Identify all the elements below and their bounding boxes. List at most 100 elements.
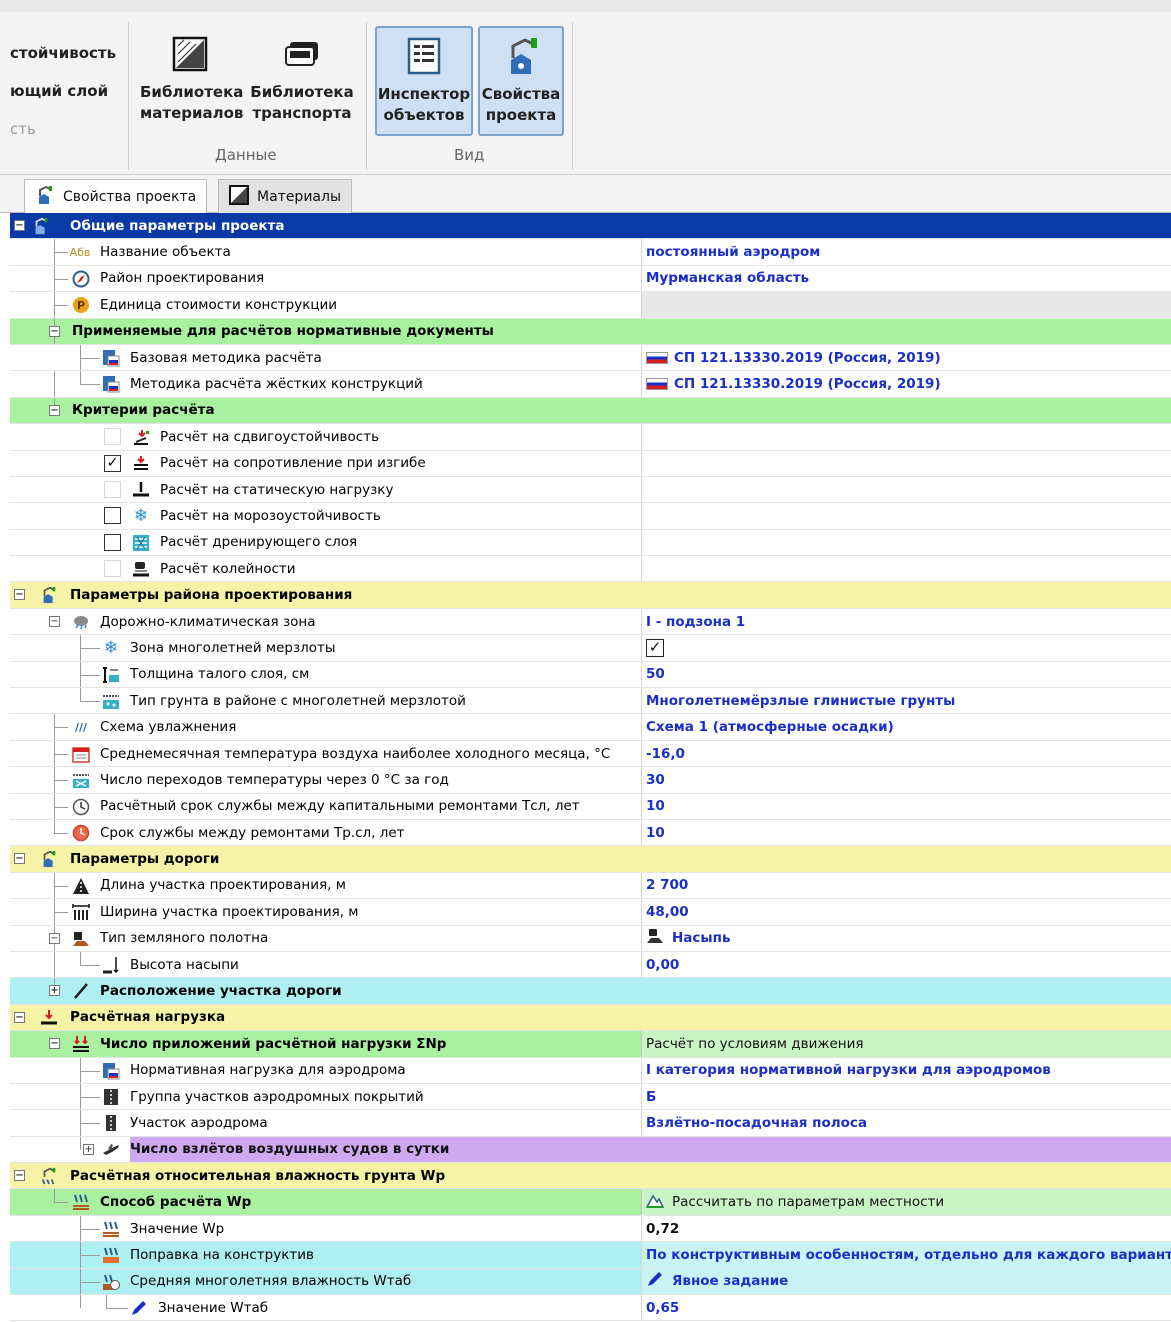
soil-icon [102, 692, 120, 710]
collapse-toggle[interactable]: − [14, 853, 25, 865]
shear-checkbox[interactable] [104, 428, 121, 446]
repair-life-value[interactable]: 10 [642, 820, 1171, 845]
width-value[interactable]: 48,00 [642, 899, 1171, 924]
collapse-toggle[interactable]: − [14, 589, 25, 601]
moist-scheme-value[interactable]: Схема 1 (атмосферные осадки) [642, 714, 1171, 739]
collapse-toggle[interactable]: − [49, 325, 60, 337]
collapse-toggle[interactable]: − [14, 1170, 25, 1182]
row-group[interactable]: Группа участков аэродромных покрытий Б [10, 1083, 1171, 1111]
row-width[interactable]: Ширина участка проектирования, м 48,00 [10, 899, 1171, 926]
takeoffs-cell[interactable]: Число взлётов воздушных судов в сутки [130, 1136, 1171, 1163]
row-crit-shear[interactable]: Расчёт на сдвигоустойчивость [10, 424, 1171, 451]
row-norm-load[interactable]: Нормативная нагрузка для аэродрома I кат… [10, 1057, 1171, 1084]
ribbon-item-stability[interactable]: стойчивость [10, 34, 116, 72]
embank-height-value[interactable]: 0,00 [642, 952, 1171, 977]
row-length[interactable]: Длина участка проектирования, м 2 700 [10, 872, 1171, 900]
permafrost-checkbox[interactable]: ✓ [646, 638, 664, 657]
collapse-toggle[interactable]: − [49, 615, 60, 627]
row-crit-drain[interactable]: Расчёт дренирующего слоя [10, 529, 1171, 557]
row-subgrade[interactable]: − Тип земляного полотна Насыпь [10, 925, 1171, 952]
row-correction[interactable]: Поправка на конструктив По конструктивны… [10, 1242, 1171, 1269]
frost-checkbox[interactable] [104, 507, 121, 525]
base-method-value[interactable]: СП 121.13330.2019 (Россия, 2019) [674, 350, 941, 366]
cost-unit-value[interactable] [642, 292, 1171, 318]
row-permafrost[interactable]: ❄ Зона многолетней мерзлоты ✓ [10, 635, 1171, 662]
drain-checkbox[interactable] [104, 533, 121, 551]
norm-load-value[interactable]: I категория нормативной нагрузки для аэр… [642, 1058, 1171, 1083]
row-crit-rut[interactable]: Расчёт колейности [10, 556, 1171, 583]
row-cost-unit[interactable]: P Единица стоимости конструкции [10, 292, 1171, 319]
row-region[interactable]: Район проектирования Мурманская область [10, 265, 1171, 293]
row-applications[interactable]: − Число приложений расчётной нагрузки ΣN… [10, 1031, 1171, 1058]
tab-project-properties[interactable]: Свойства проекта [24, 179, 208, 214]
moisture-method-icon [72, 1193, 90, 1211]
object-inspector-button[interactable]: Инспектор объектов [375, 26, 473, 136]
row-repair-life[interactable]: Срок службы между ремонтами Тр.сл, лет 1… [10, 819, 1171, 847]
collapse-toggle[interactable]: − [49, 932, 60, 944]
collapse-toggle[interactable]: − [49, 404, 60, 416]
avg-moist-value[interactable]: Явное задание [672, 1273, 788, 1289]
row-avg-moist[interactable]: Средняя многолетняя влажность Wтаб Явное… [10, 1268, 1171, 1296]
ribbon-item-drain-layer[interactable]: ющий слой [10, 72, 116, 110]
applications-value[interactable]: Расчёт по условиям движения [642, 1031, 1171, 1057]
row-section[interactable]: Участок аэродрома Взлётно-посадочная пол… [10, 1110, 1171, 1137]
group-value[interactable]: Б [642, 1084, 1171, 1109]
row-label: Длина участка проектирования, м [100, 877, 346, 894]
pencil-icon [646, 1270, 664, 1292]
row-wp-value[interactable]: Значение Wp 0,72 [10, 1215, 1171, 1243]
section-norm-docs[interactable]: − Применяемые для расчётов нормативные д… [10, 318, 1171, 345]
row-service-life[interactable]: Расчётный срок службы между капитальными… [10, 793, 1171, 820]
section-criteria[interactable]: − Критерии расчёта [10, 397, 1171, 425]
row-base-method[interactable]: Базовая методика расчёта СП 121.13330.20… [10, 344, 1171, 372]
section-humidity[interactable]: − Расчётная относительная влажность грун… [10, 1163, 1171, 1190]
collapse-toggle[interactable]: − [14, 1011, 25, 1023]
row-crit-frost[interactable]: ❄ Расчёт на морозоустойчивость [10, 503, 1171, 530]
section-general[interactable]: − Общие параметры проекта [10, 213, 1171, 240]
row-wtab[interactable]: Значение Wтаб 0,65 [10, 1295, 1171, 1322]
row-rigid-method[interactable]: Методика расчёта жёстких конструкций СП … [10, 371, 1171, 398]
row-soil-type[interactable]: Тип грунта в районе с многолетней мерзло… [10, 688, 1171, 715]
row-climate-zone[interactable]: − Дорожно-климатическая зона I - подзона… [10, 608, 1171, 636]
rut-checkbox[interactable] [104, 560, 121, 578]
wp-value[interactable]: 0,72 [642, 1216, 1171, 1241]
static-checkbox[interactable] [104, 480, 121, 498]
method-wp-value[interactable]: Рассчитать по параметрам местности [672, 1194, 944, 1210]
tab-materials[interactable]: Материалы [218, 179, 352, 213]
row-moist-scheme[interactable]: /// Схема увлажнения Схема 1 (атмосферны… [10, 714, 1171, 741]
row-crit-static[interactable]: Расчёт на статическую нагрузку [10, 476, 1171, 504]
section-region-params[interactable]: − Параметры района проектирования [10, 582, 1171, 609]
row-thaw[interactable]: Толщина талого слоя, см 50 [10, 661, 1171, 689]
temp-value[interactable]: -16,0 [642, 741, 1171, 766]
collapse-toggle[interactable]: − [49, 1038, 60, 1050]
row-temp[interactable]: Среднемесячная температура воздуха наибо… [10, 740, 1171, 768]
correction-value[interactable]: По конструктивным особенностям, отдельно… [642, 1242, 1171, 1268]
climate-zone-value[interactable]: I - подзона 1 [642, 609, 1171, 634]
section-road-params[interactable]: − Параметры дороги [10, 846, 1171, 873]
object-name-value[interactable]: постоянный аэродром [642, 239, 1171, 264]
expand-toggle[interactable]: + [83, 1143, 94, 1155]
bending-checkbox[interactable]: ✓ [104, 454, 121, 472]
region-value[interactable]: Мурманская область [642, 266, 1171, 291]
row-embank-height[interactable]: Высота насыпи 0,00 [10, 951, 1171, 979]
subgrade-value[interactable]: Насыпь [672, 930, 730, 946]
collapse-toggle[interactable]: − [14, 220, 25, 231]
row-crit-bending[interactable]: ✓ Расчёт на сопротивление при изгибе [10, 450, 1171, 477]
thaw-value[interactable]: 50 [642, 662, 1171, 687]
wtab-value[interactable]: 0,65 [642, 1295, 1171, 1320]
transport-library-button[interactable]: Библиотека транспорта [250, 26, 354, 124]
length-value[interactable]: 2 700 [642, 873, 1171, 898]
row-takeoffs[interactable]: + Число взлётов воздушных судов в сутки [10, 1136, 1171, 1164]
row-method-wp[interactable]: Способ расчёта Wp Рассчитать по параметр… [10, 1189, 1171, 1216]
service-life-value[interactable]: 10 [642, 794, 1171, 819]
rigid-method-value[interactable]: СП 121.13330.2019 (Россия, 2019) [674, 376, 941, 392]
materials-library-button[interactable]: Библиотека материалов [140, 26, 243, 124]
row-transitions[interactable]: Число переходов температуры через 0 °С з… [10, 767, 1171, 794]
expand-toggle[interactable]: + [49, 985, 60, 997]
soil-type-value[interactable]: Многолетнемёрзлые глинистые грунты [642, 688, 1171, 713]
section-load[interactable]: − Расчётная нагрузка [10, 1004, 1171, 1032]
project-properties-button[interactable]: Свойства проекта [478, 26, 564, 136]
row-object-name[interactable]: Абв Название объекта постоянный аэродром [10, 239, 1171, 266]
section-location[interactable]: + Расположение участка дороги [10, 978, 1171, 1005]
section-value[interactable]: Взлётно-посадочная полоса [642, 1110, 1171, 1135]
transitions-value[interactable]: 30 [642, 767, 1171, 792]
